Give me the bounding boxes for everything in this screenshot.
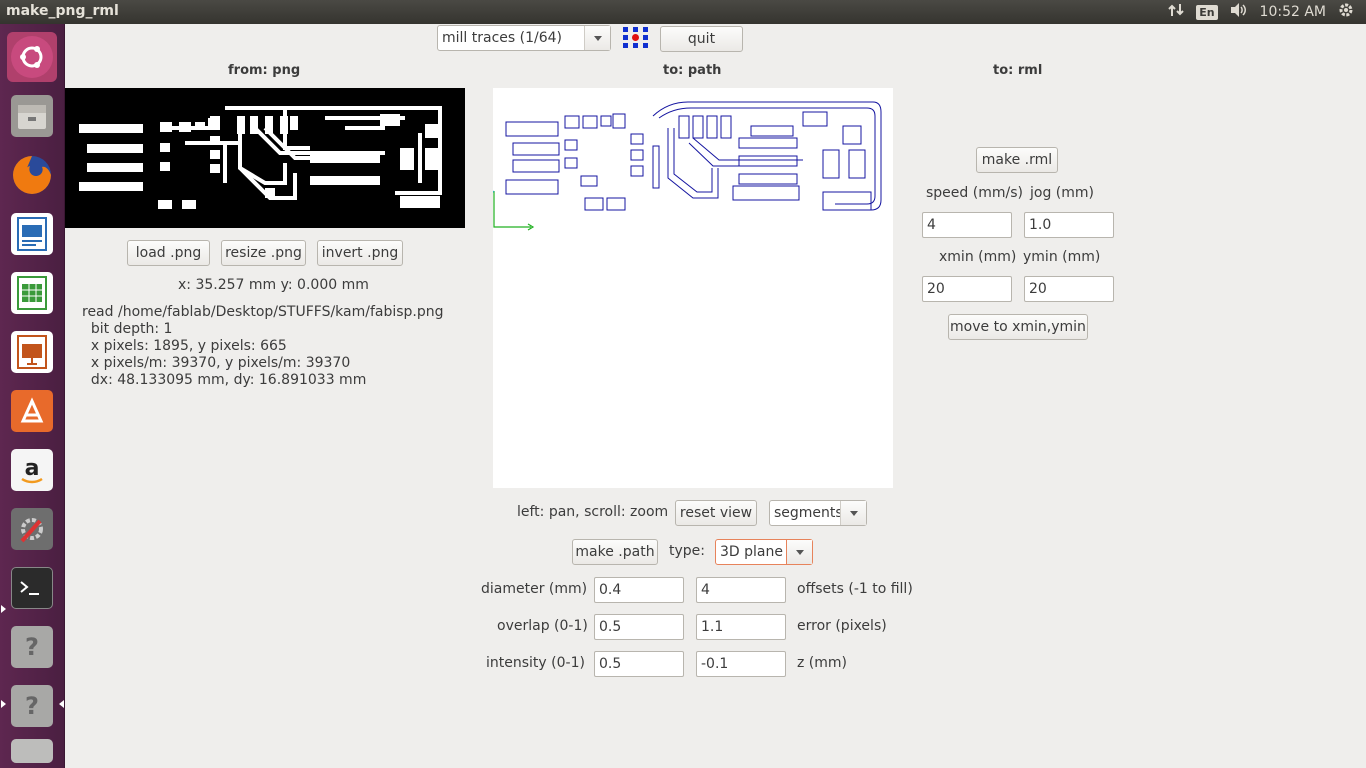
- speed-label: speed (mm/s): [926, 185, 1023, 201]
- png-info-line: read /home/fablab/Desktop/STUFFS/kam/fab…: [82, 304, 444, 320]
- png-info: read /home/fablab/Desktop/STUFFS/kam/fab…: [82, 304, 444, 389]
- move-to-xmin-ymin-button[interactable]: move to xmin,ymin: [948, 314, 1088, 340]
- running-indicator: [1, 700, 6, 708]
- launcher-item[interactable]: [7, 91, 57, 141]
- type-select-value: 3D plane: [720, 544, 783, 560]
- make-path-button[interactable]: make .path: [572, 539, 658, 565]
- launcher-item[interactable]: [7, 268, 57, 318]
- network-icon[interactable]: [1168, 2, 1184, 22]
- jog-input[interactable]: 1.0: [1024, 212, 1114, 238]
- ymin-input[interactable]: 20: [1024, 276, 1114, 302]
- speed-input[interactable]: 4: [922, 212, 1012, 238]
- app-window: mill traces (1/64) quit from: png to: pa…: [65, 24, 1366, 768]
- launcher-item[interactable]: [7, 209, 57, 259]
- focused-indicator: [59, 700, 64, 708]
- clock[interactable]: 10:52 AM: [1260, 4, 1326, 20]
- quit-button[interactable]: quit: [660, 26, 743, 52]
- calc-icon: [11, 272, 53, 314]
- overlap-input[interactable]: 0.5: [594, 614, 684, 640]
- launcher-item[interactable]: [7, 386, 57, 436]
- firefox-icon: [11, 154, 53, 196]
- launcher-item[interactable]: ?: [7, 622, 57, 672]
- chevron-down-icon[interactable]: [786, 540, 812, 564]
- png-info-line: x pixels: 1895, y pixels: 665: [82, 338, 287, 354]
- from-png-heading: from: png: [228, 63, 301, 78]
- xmin-label: xmin (mm): [939, 249, 1017, 265]
- reset-view-button[interactable]: reset view: [675, 500, 757, 526]
- launcher-item[interactable]: [7, 504, 57, 554]
- chevron-down-icon[interactable]: [584, 26, 610, 50]
- path-preview[interactable]: [490, 88, 893, 488]
- mode-select-value: mill traces (1/64): [442, 30, 562, 46]
- unknown-app-icon: ?: [11, 626, 53, 668]
- error-label: error (pixels): [797, 618, 887, 634]
- cursor-coordinates: x: 35.257 mm y: 0.000 mm: [178, 277, 369, 293]
- system-tray: En 10:52 AM: [1168, 0, 1366, 24]
- to-rml-heading: to: rml: [993, 63, 1043, 78]
- view-mode-select[interactable]: segments: [769, 500, 867, 526]
- ubuntu-dash-icon: [11, 36, 53, 78]
- launcher: a ? ?: [0, 24, 65, 768]
- png-info-line: dx: 48.133095 mm, dy: 16.891033 mm: [82, 372, 367, 388]
- launcher-item[interactable]: a: [7, 445, 57, 495]
- type-label: type:: [669, 543, 705, 559]
- toolpath-canvas: [490, 101, 882, 231]
- pcb-image: [79, 106, 442, 209]
- svg-text:?: ?: [25, 633, 39, 661]
- launcher-item[interactable]: ?: [7, 681, 57, 731]
- files-icon: [11, 95, 53, 137]
- make-rml-button[interactable]: make .rml: [976, 147, 1058, 173]
- chevron-down-icon[interactable]: [840, 501, 866, 525]
- png-info-line: x pixels/m: 39370, y pixels/m: 39370: [82, 355, 351, 371]
- mode-select[interactable]: mill traces (1/64): [437, 25, 611, 51]
- offsets-label: offsets (-1 to fill): [797, 581, 913, 597]
- intensity-label: intensity (0-1): [486, 655, 585, 671]
- type-select[interactable]: 3D plane: [715, 539, 813, 565]
- machine-logo-icon: [622, 26, 650, 50]
- unknown-app-icon: ?: [11, 685, 53, 727]
- launcher-item[interactable]: [7, 150, 57, 200]
- view-mode-value: segments: [774, 505, 840, 521]
- error-input[interactable]: 1.1: [696, 614, 786, 640]
- load-png-button[interactable]: load .png: [127, 240, 210, 266]
- gear-icon[interactable]: [1338, 2, 1354, 22]
- offsets-input[interactable]: 4: [696, 577, 786, 603]
- to-path-heading: to: path: [663, 63, 722, 78]
- diameter-label: diameter (mm): [481, 581, 588, 597]
- impress-icon: [11, 331, 53, 373]
- diameter-input[interactable]: 0.4: [594, 577, 684, 603]
- ymin-label: ymin (mm): [1023, 249, 1101, 265]
- z-label: z (mm): [797, 655, 847, 671]
- trash-icon: [11, 739, 53, 763]
- running-indicator: [1, 605, 6, 613]
- launcher-item[interactable]: [7, 563, 57, 613]
- z-input[interactable]: -0.1: [696, 651, 786, 677]
- launcher-item[interactable]: [7, 32, 57, 82]
- window-title: make_png_rml: [6, 3, 119, 19]
- intensity-input[interactable]: 0.5: [594, 651, 684, 677]
- jog-label: jog (mm): [1030, 185, 1094, 201]
- keyboard-layout-indicator[interactable]: En: [1196, 4, 1218, 20]
- xmin-input[interactable]: 20: [922, 276, 1012, 302]
- overlap-label: overlap (0-1): [497, 618, 588, 634]
- launcher-item[interactable]: [7, 736, 57, 766]
- png-preview[interactable]: [65, 88, 465, 228]
- top-panel: make_png_rml En 10:52 AM: [0, 0, 1366, 24]
- software-center-icon: [11, 390, 53, 432]
- svg-text:?: ?: [25, 692, 39, 720]
- png-info-line: bit depth: 1: [82, 321, 173, 337]
- svg-text:a: a: [25, 456, 40, 481]
- resize-png-button[interactable]: resize .png: [221, 240, 306, 266]
- terminal-icon: [11, 567, 53, 609]
- amazon-icon: a: [11, 449, 53, 491]
- invert-png-button[interactable]: invert .png: [317, 240, 403, 266]
- writer-icon: [11, 213, 53, 255]
- system-settings-icon: [11, 508, 53, 550]
- volume-icon[interactable]: [1230, 2, 1248, 22]
- launcher-item[interactable]: [7, 327, 57, 377]
- pan-zoom-hint: left: pan, scroll: zoom: [517, 504, 669, 520]
